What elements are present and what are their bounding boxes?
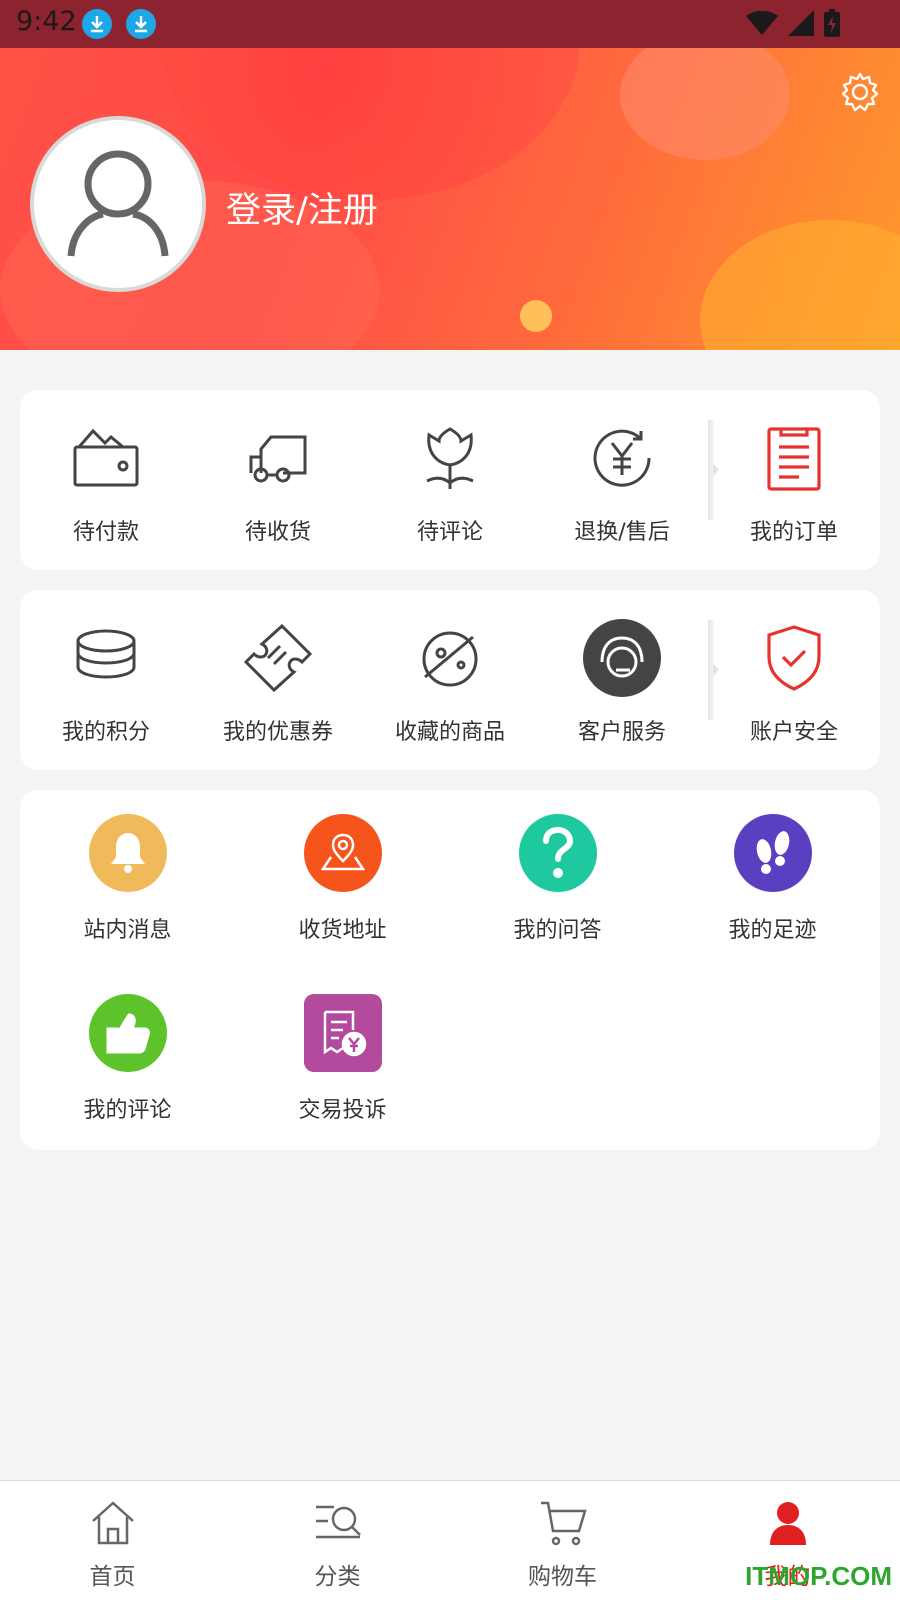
header-decoration <box>520 300 552 332</box>
receipt-yuan-icon <box>303 994 382 1072</box>
tool-label: 我的问答 <box>513 918 602 943</box>
tool-label: 收货地址 <box>298 918 387 943</box>
trade-complaint[interactable]: 交易投诉 <box>235 994 450 1174</box>
service-label: 收藏的商品 <box>394 720 505 745</box>
category-search-icon <box>315 1505 361 1539</box>
coins-icon <box>66 618 146 698</box>
my-reviews[interactable]: 我的评论 <box>20 994 235 1174</box>
tab-category[interactable]: 分类 <box>225 1481 450 1600</box>
clipboard-icon <box>754 418 834 498</box>
my-coupons[interactable]: 我的优惠券 <box>192 590 364 770</box>
order-label: 待收货 <box>244 520 311 545</box>
order-pending-payment[interactable]: 待付款 <box>20 390 192 570</box>
bell-icon <box>88 814 167 892</box>
question-icon <box>518 814 597 892</box>
shield-check-icon <box>754 618 834 698</box>
home-icon <box>91 1501 134 1545</box>
tab-cart[interactable]: 购物车 <box>450 1481 675 1600</box>
login-register-link[interactable]: 登录/注册 <box>226 182 378 233</box>
service-label: 我的积分 <box>61 720 150 745</box>
section-divider <box>708 420 719 520</box>
order-label: 退换/售后 <box>574 520 670 545</box>
tab-home[interactable]: 首页 <box>0 1481 225 1600</box>
download-notification-icon <box>126 9 156 39</box>
planet-icon <box>410 618 490 698</box>
header-decoration <box>620 30 790 160</box>
service-label: 账户安全 <box>749 720 838 745</box>
thumbs-up-icon <box>88 994 167 1072</box>
tab-label: 分类 <box>314 1564 361 1590</box>
service-label: 客户服务 <box>577 720 666 745</box>
profile-header: 登录/注册 <box>0 0 900 350</box>
tool-label: 交易投诉 <box>298 1098 387 1123</box>
site-messages[interactable]: 站内消息 <box>20 814 235 994</box>
order-label: 待付款 <box>72 520 139 545</box>
service-label: 我的优惠券 <box>222 720 333 745</box>
footprints-icon <box>733 814 812 892</box>
customer-service[interactable]: 客户服务 <box>536 590 708 770</box>
truck-icon <box>238 418 318 498</box>
status-bar: 9:42 <box>0 0 900 48</box>
shipping-address[interactable]: 收货地址 <box>235 814 450 994</box>
tool-label: 我的足迹 <box>728 918 817 943</box>
download-notification-icon <box>82 9 112 39</box>
header-decoration <box>700 220 900 350</box>
signal-icon <box>788 10 814 36</box>
order-label: 我的订单 <box>749 520 838 545</box>
order-pending-receipt[interactable]: 待收货 <box>192 390 364 570</box>
cart-icon <box>540 1501 587 1546</box>
tab-label: 首页 <box>89 1564 136 1590</box>
tools-card: 站内消息 收货地址 我的问答 我的足迹 我的评论 交易投诉 <box>20 790 880 1150</box>
bottom-tab-bar: 首页 分类 购物车 我的 ITMOP.COM <box>0 1480 900 1600</box>
status-time: 9:42 <box>16 6 77 37</box>
user-icon <box>769 1502 806 1545</box>
map-pin-icon <box>303 814 382 892</box>
services-card: 我的积分 我的优惠券 收藏的商品 客户服务 账户安全 <box>20 590 880 770</box>
section-divider <box>708 620 719 720</box>
yuan-refund-icon <box>582 418 662 498</box>
my-orders[interactable]: 我的订单 <box>708 390 880 570</box>
headset-icon <box>582 618 662 698</box>
settings-icon[interactable] <box>838 70 882 114</box>
watermark: ITMOP.COM <box>745 1561 892 1591</box>
my-footprints[interactable]: 我的足迹 <box>665 814 880 994</box>
my-points[interactable]: 我的积分 <box>20 590 192 770</box>
tool-label: 站内消息 <box>83 918 172 943</box>
tab-label: 购物车 <box>528 1564 597 1590</box>
order-refund-aftersales[interactable]: 退换/售后 <box>536 390 708 570</box>
account-security[interactable]: 账户安全 <box>708 590 880 770</box>
status-icons <box>746 9 840 37</box>
order-label: 待评论 <box>416 520 483 545</box>
avatar[interactable] <box>30 116 206 292</box>
wallet-icon <box>66 418 146 498</box>
favorite-products[interactable]: 收藏的商品 <box>364 590 536 770</box>
my-qa[interactable]: 我的问答 <box>450 814 665 994</box>
wifi-icon <box>746 11 778 35</box>
order-pending-review[interactable]: 待评论 <box>364 390 536 570</box>
orders-card: 待付款 待收货 待评论 退换/售后 我的订单 <box>20 390 880 570</box>
battery-icon <box>824 9 840 37</box>
tulip-icon <box>410 418 490 498</box>
tool-label: 我的评论 <box>83 1098 172 1123</box>
ticket-icon <box>238 618 318 698</box>
